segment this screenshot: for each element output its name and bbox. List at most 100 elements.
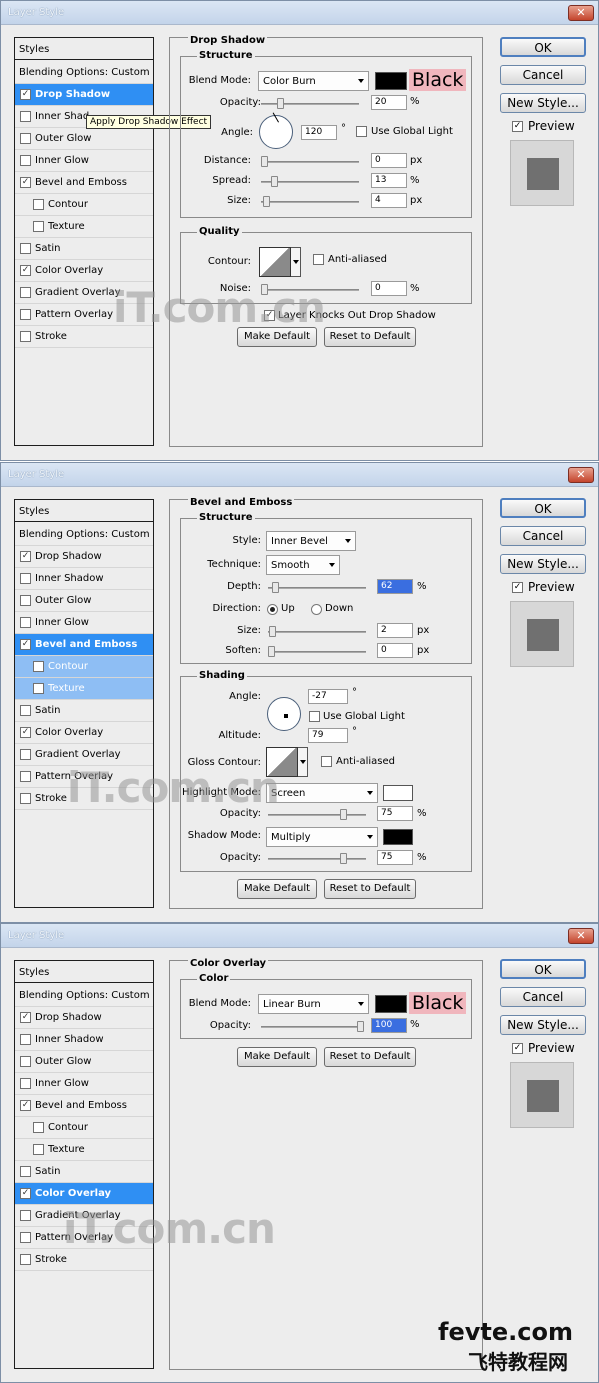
style-item-inner-glow[interactable]: Inner Glow — [15, 612, 153, 634]
anti-aliased-checkbox[interactable] — [313, 254, 324, 265]
style-item-outer-glow[interactable]: Outer Glow — [15, 128, 153, 150]
slider-thumb[interactable] — [263, 196, 270, 207]
checkbox-satin[interactable] — [20, 1166, 31, 1177]
opacity-input[interactable]: 20 — [371, 95, 407, 110]
blend-mode-select[interactable]: Linear Burn — [258, 994, 369, 1014]
shadow-mode-select[interactable]: Multiply — [266, 827, 378, 847]
checkbox-satin[interactable] — [20, 243, 31, 254]
ok-button[interactable]: OK — [500, 959, 586, 979]
style-item-contour[interactable]: Contour — [15, 656, 153, 678]
use-global-light-checkbox[interactable] — [309, 711, 320, 722]
make-default-button[interactable]: Make Default — [237, 1047, 317, 1067]
overlay-color-swatch[interactable] — [375, 995, 407, 1013]
checkbox-texture[interactable] — [33, 683, 44, 694]
title-bar[interactable]: Layer Style ✕ — [1, 924, 598, 948]
highlight-color-swatch[interactable] — [383, 785, 413, 801]
style-item-drop-shadow[interactable]: ✓ Drop Shadow — [15, 1007, 153, 1029]
style-item-bevel-emboss[interactable]: ✓ Bevel and Emboss — [15, 172, 153, 194]
reset-to-default-button[interactable]: Reset to Default — [324, 879, 416, 899]
style-item-blending-options[interactable]: Blending Options: Custom — [15, 524, 153, 546]
slider-thumb[interactable] — [271, 176, 278, 187]
style-item-contour[interactable]: Contour — [15, 194, 153, 216]
checkbox-inner-shadow[interactable] — [20, 573, 31, 584]
styles-header[interactable]: Styles — [15, 500, 153, 522]
noise-input[interactable]: 0 — [371, 281, 407, 296]
chevron-down-icon[interactable] — [298, 747, 308, 777]
angle-dial[interactable] — [259, 112, 293, 149]
checkbox-satin[interactable] — [20, 705, 31, 716]
slider-thumb[interactable] — [357, 1021, 364, 1032]
shadow-opacity-input[interactable]: 75 — [377, 850, 413, 865]
slider-thumb[interactable] — [268, 646, 275, 657]
highlight-opacity-input[interactable]: 75 — [377, 806, 413, 821]
checkbox-gradient-overlay[interactable] — [20, 749, 31, 760]
checkbox-stroke[interactable] — [20, 331, 31, 342]
title-bar[interactable]: Layer Style ✕ — [1, 1, 598, 25]
checkbox-inner-shadow[interactable] — [20, 1034, 31, 1045]
opacity-slider[interactable] — [261, 98, 359, 109]
shadow-opacity-slider[interactable] — [268, 853, 366, 864]
checkbox-stroke[interactable] — [20, 793, 31, 804]
spread-slider[interactable] — [261, 176, 359, 187]
style-item-satin[interactable]: Satin — [15, 238, 153, 260]
size-input[interactable]: 2 — [377, 623, 413, 638]
checkbox-texture[interactable] — [33, 1144, 44, 1155]
cancel-button[interactable]: Cancel — [500, 987, 586, 1007]
close-icon[interactable]: ✕ — [568, 467, 594, 483]
new-style-button[interactable]: New Style... — [500, 1015, 586, 1035]
angle-input[interactable]: -27 — [308, 689, 348, 704]
reset-to-default-button[interactable]: Reset to Default — [324, 327, 416, 347]
style-item-texture[interactable]: Texture — [15, 1139, 153, 1161]
checkbox-contour[interactable] — [33, 661, 44, 672]
size-slider[interactable] — [268, 626, 366, 637]
checkbox-pattern-overlay[interactable] — [20, 1232, 31, 1243]
shadow-color-swatch[interactable] — [375, 72, 407, 90]
style-item-blending-options[interactable]: Blending Options: Custom — [15, 985, 153, 1007]
checkbox-color-overlay[interactable]: ✓ — [20, 727, 31, 738]
close-icon[interactable]: ✕ — [568, 5, 594, 21]
altitude-input[interactable]: 79 — [308, 728, 348, 743]
slider-thumb[interactable] — [269, 626, 276, 637]
make-default-button[interactable]: Make Default — [237, 879, 317, 899]
style-item-color-overlay[interactable]: ✓ Color Overlay — [15, 1183, 153, 1205]
checkbox-drop-shadow[interactable]: ✓ — [20, 1012, 31, 1023]
styles-header[interactable]: Styles — [15, 961, 153, 983]
slider-thumb[interactable] — [277, 98, 284, 109]
reset-to-default-button[interactable]: Reset to Default — [324, 1047, 416, 1067]
style-item-inner-shadow[interactable]: Inner Shadow — [15, 1029, 153, 1051]
style-item-drop-shadow[interactable]: ✓ Drop Shadow — [15, 546, 153, 568]
slider-thumb[interactable] — [340, 809, 347, 820]
cancel-button[interactable]: Cancel — [500, 526, 586, 546]
slider-thumb[interactable] — [272, 582, 279, 593]
checkbox-bevel-emboss[interactable]: ✓ — [20, 1100, 31, 1111]
ok-button[interactable]: OK — [500, 498, 586, 518]
checkbox-inner-glow[interactable] — [20, 617, 31, 628]
opacity-slider[interactable] — [261, 1021, 364, 1032]
checkbox-stroke[interactable] — [20, 1254, 31, 1265]
slider-thumb[interactable] — [261, 156, 268, 167]
checkbox-pattern-overlay[interactable] — [20, 309, 31, 320]
soften-input[interactable]: 0 — [377, 643, 413, 658]
checkbox-outer-glow[interactable] — [20, 133, 31, 144]
checkbox-bevel-emboss[interactable]: ✓ — [20, 639, 31, 650]
highlight-mode-select[interactable]: Screen — [266, 783, 378, 803]
checkbox-color-overlay[interactable]: ✓ — [20, 265, 31, 276]
style-item-bevel-emboss[interactable]: ✓ Bevel and Emboss — [15, 1095, 153, 1117]
close-icon[interactable]: ✕ — [568, 928, 594, 944]
style-item-blending-options[interactable]: Blending Options: Custom — [15, 62, 153, 84]
new-style-button[interactable]: New Style... — [500, 93, 586, 113]
blend-mode-select[interactable]: Color Burn — [258, 71, 369, 91]
style-item-color-overlay[interactable]: ✓ Color Overlay — [15, 722, 153, 744]
new-style-button[interactable]: New Style... — [500, 554, 586, 574]
use-global-light-checkbox[interactable] — [356, 126, 367, 137]
checkbox-outer-glow[interactable] — [20, 595, 31, 606]
checkbox-gradient-overlay[interactable] — [20, 287, 31, 298]
cancel-button[interactable]: Cancel — [500, 65, 586, 85]
checkbox-gradient-overlay[interactable] — [20, 1210, 31, 1221]
chevron-down-icon[interactable] — [291, 247, 301, 277]
style-item-outer-glow[interactable]: Outer Glow — [15, 590, 153, 612]
checkbox-inner-shadow[interactable] — [20, 111, 31, 122]
checkbox-bevel-emboss[interactable]: ✓ — [20, 177, 31, 188]
checkbox-drop-shadow[interactable]: ✓ — [20, 551, 31, 562]
shadow-color-swatch[interactable] — [383, 829, 413, 845]
